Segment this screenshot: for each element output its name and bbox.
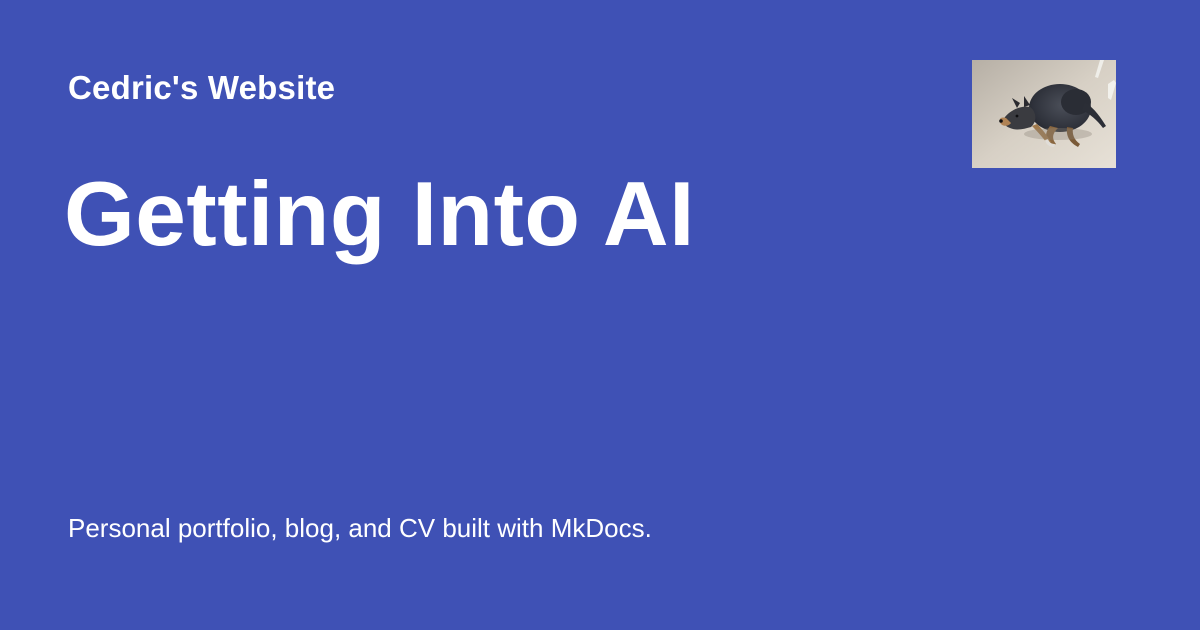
social-card: Cedric's Website Getting Into AI Persona… xyxy=(0,0,1200,630)
site-name: Cedric's Website xyxy=(68,69,336,106)
page-title: Getting Into AI xyxy=(64,164,695,265)
page-description: Personal portfolio, blog, and CV built w… xyxy=(68,513,652,543)
site-logo-dog-photo xyxy=(972,60,1116,168)
dog-photo-icon xyxy=(972,60,1116,168)
